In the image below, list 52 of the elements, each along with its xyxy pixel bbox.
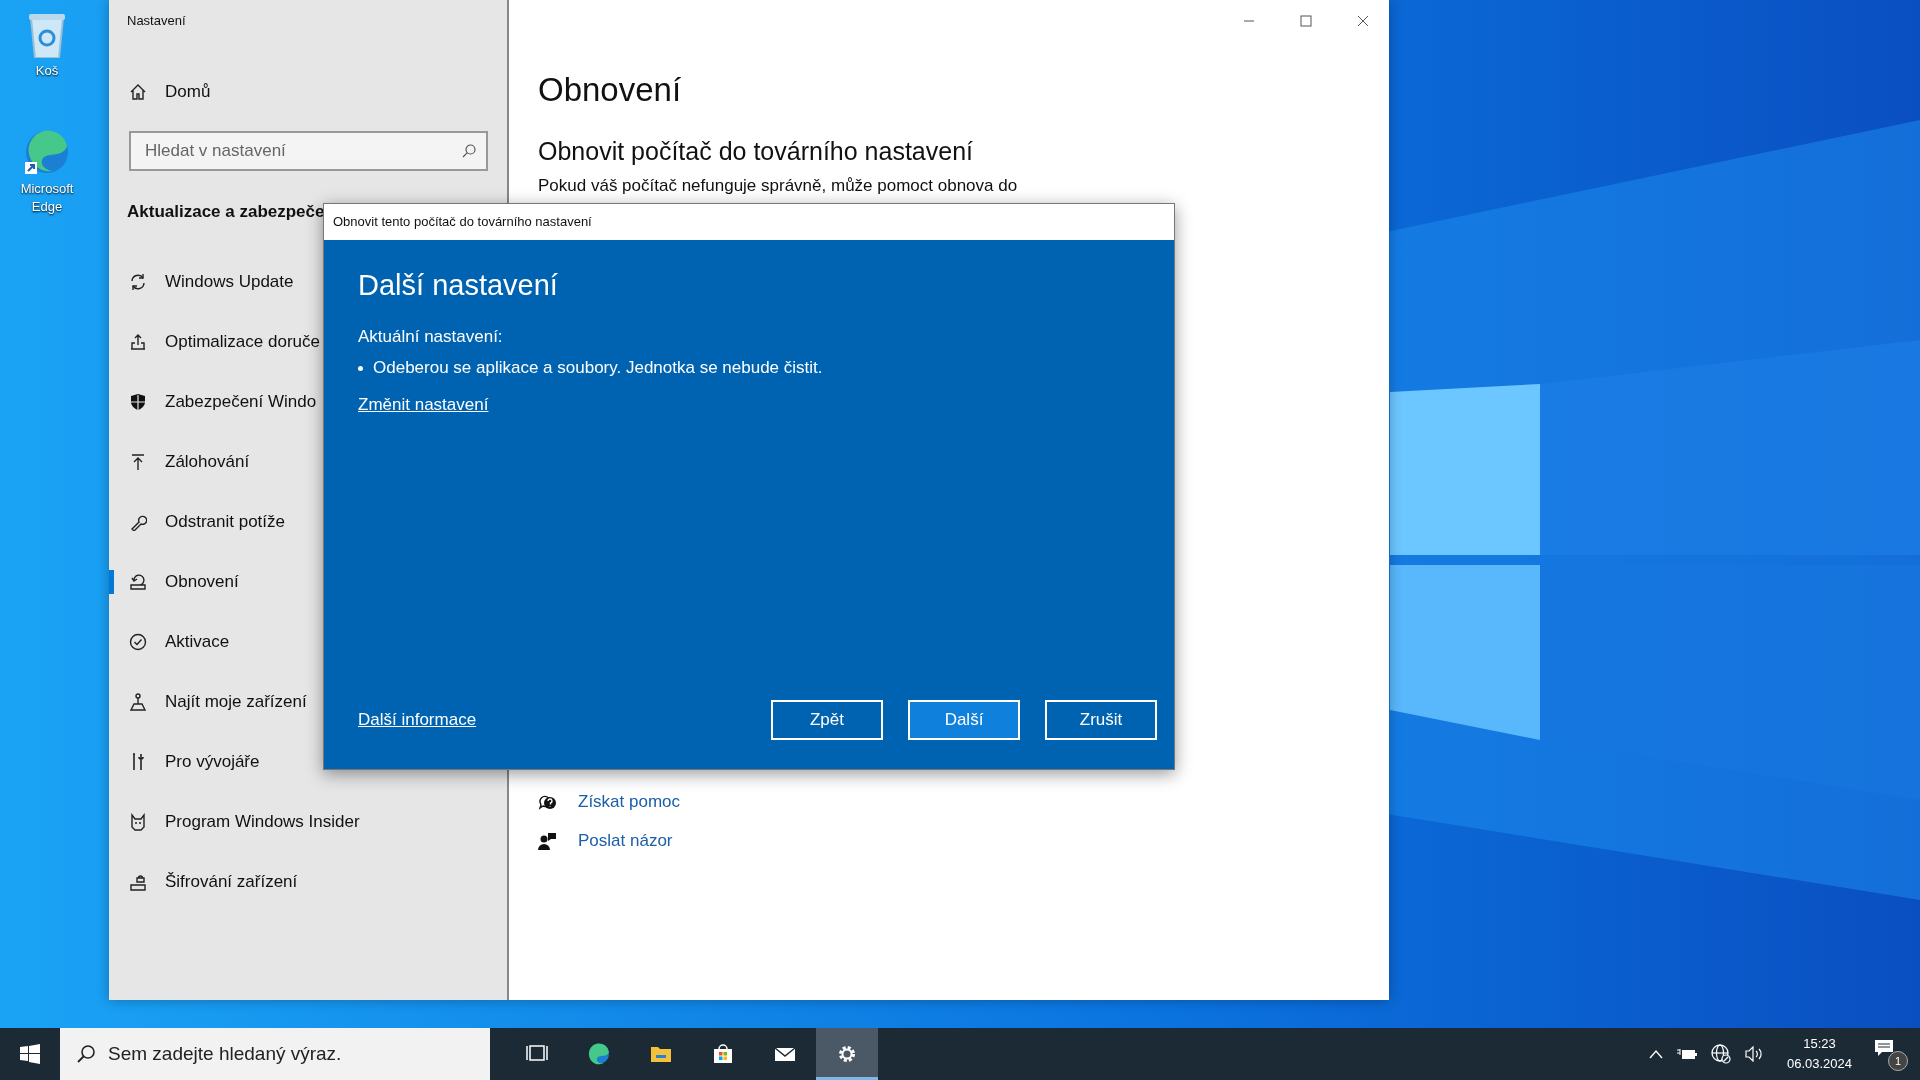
- battery-icon[interactable]: [1676, 1048, 1697, 1060]
- search-icon: [462, 144, 476, 158]
- notification-icon[interactable]: [1874, 1039, 1894, 1057]
- dialog-button[interactable]: Další: [908, 700, 1020, 740]
- close-icon[interactable]: [1357, 15, 1369, 27]
- sidebar-item[interactable]: Program Windows Insider: [109, 792, 507, 852]
- person-pin-icon: [129, 693, 147, 711]
- upload-icon: [129, 453, 147, 471]
- clock-time: 15:23: [1803, 1035, 1836, 1053]
- lock-drive-icon: [129, 873, 147, 891]
- feedback-icon: [538, 832, 558, 850]
- browser-icon[interactable]: [588, 1043, 610, 1065]
- check-circle-icon: [129, 633, 147, 651]
- page-title: Obnovení: [538, 70, 683, 110]
- notification-badge: 1: [1888, 1051, 1908, 1071]
- browser-icon[interactable]: [23, 128, 71, 176]
- gear-icon[interactable]: [836, 1043, 858, 1065]
- globe-icon[interactable]: [1710, 1044, 1731, 1064]
- section-title: Obnovit počítač do továrního nastavení: [538, 136, 974, 167]
- clock-date: 06.03.2024: [1786, 1055, 1852, 1073]
- sync-icon: [129, 273, 147, 291]
- change-settings-link[interactable]: Změnit nastavení: [358, 394, 489, 416]
- speaker-icon[interactable]: [1744, 1046, 1765, 1062]
- recovery-icon: [129, 573, 147, 591]
- home-icon[interactable]: [129, 83, 147, 101]
- sidebar-item[interactable]: Šifrování zařízení: [109, 852, 507, 912]
- help-chat-icon: [538, 793, 558, 811]
- more-info-link[interactable]: Další informace: [358, 709, 477, 731]
- store-icon[interactable]: [712, 1043, 734, 1065]
- bullet-text: Odeberou se aplikace a soubory. Jednotka se nebude čistit.: [373, 357, 823, 379]
- bullet-icon: [358, 365, 363, 371]
- help-link[interactable]: Získat pomoc: [578, 792, 681, 812]
- dialog-heading: Další nastavení: [358, 268, 558, 303]
- dialog-button[interactable]: Zpět: [771, 700, 883, 740]
- delivery-icon: [129, 333, 147, 351]
- help-link[interactable]: Poslat názor: [578, 831, 673, 851]
- maximize-icon[interactable]: [1300, 15, 1312, 27]
- search-field[interactable]: Hledat v nastavení: [129, 131, 488, 171]
- windows-logo-icon[interactable]: [20, 1044, 40, 1064]
- taskbar-search-field[interactable]: Sem zadejte hledaný výraz.: [60, 1028, 490, 1080]
- shield-icon: [129, 393, 147, 411]
- clock[interactable]: 15:23 06.03.2024: [1778, 1034, 1860, 1074]
- description-text: Pokud váš počítač nefunguje správně, může pomoct obnova do: [538, 176, 1018, 196]
- chevron-up-icon[interactable]: [1648, 1049, 1663, 1059]
- window-title: Nastavení: [126, 12, 187, 30]
- home-link[interactable]: Domů: [165, 82, 211, 102]
- dialog-title: Obnovit tento počítač do továrního nastavení: [324, 204, 1174, 240]
- cat-icon: [129, 813, 147, 831]
- wrench-icon: [129, 513, 147, 531]
- dialog-button[interactable]: Zrušit: [1045, 700, 1157, 740]
- section-heading: Aktualizace a zabezpeče: [127, 201, 325, 223]
- settings-label: Aktuální nastavení:: [358, 326, 503, 348]
